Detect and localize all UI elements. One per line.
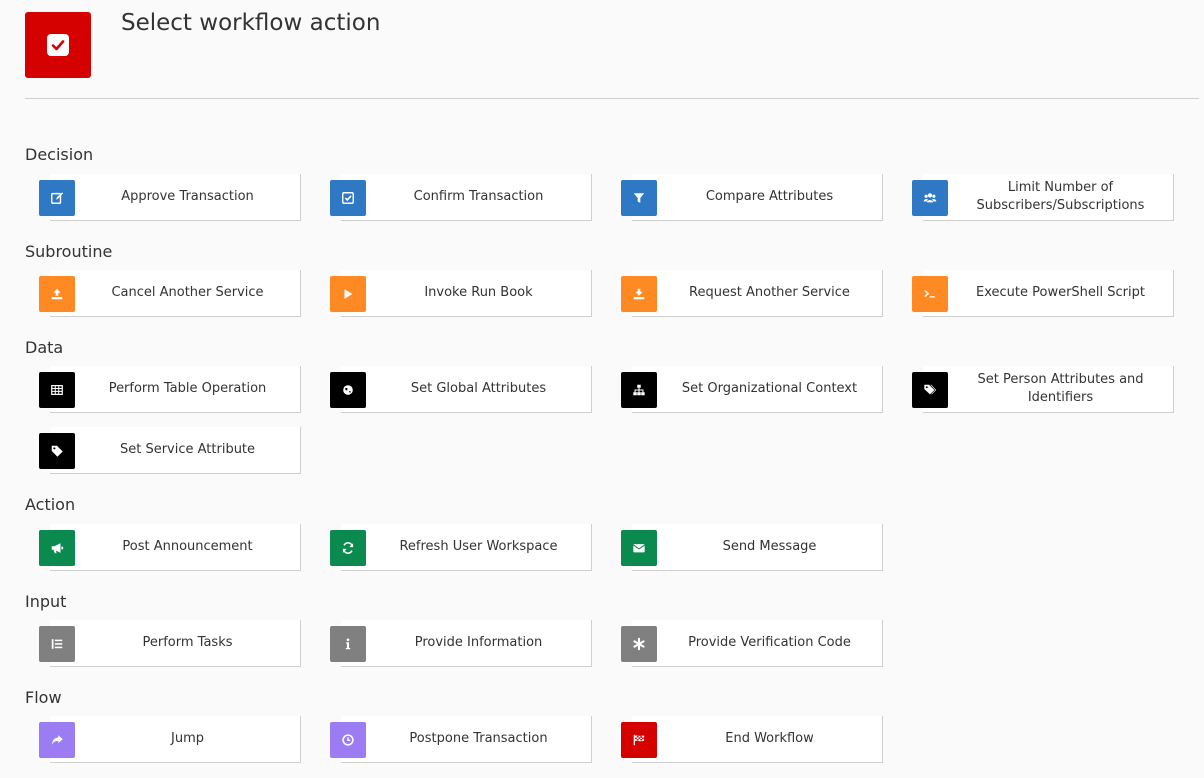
checkbox-checked-icon xyxy=(47,34,69,56)
section-title-subroutine: Subroutine xyxy=(25,242,113,261)
action-label: Provide Information xyxy=(414,635,543,650)
action-label: Set Organizational Context xyxy=(681,381,858,396)
info-icon xyxy=(345,638,351,650)
action-label: Postpone Transaction xyxy=(409,731,548,746)
section-title-decision: Decision xyxy=(25,145,94,164)
action-set-global-attributes[interactable]: Set Global Attributes xyxy=(323,366,592,414)
action-tile xyxy=(39,180,75,216)
action-tile xyxy=(621,530,657,566)
tags-icon xyxy=(924,384,937,395)
section-title-flow: Flow xyxy=(25,688,62,707)
action-tile xyxy=(912,372,948,408)
action-postpone-transaction[interactable]: Postpone Transaction xyxy=(323,716,592,764)
action-tile xyxy=(330,530,366,566)
header-divider xyxy=(25,98,1199,99)
action-tile xyxy=(330,626,366,662)
action-perform-tasks[interactable]: Perform Tasks xyxy=(32,620,301,668)
action-tile xyxy=(39,276,75,312)
action-label: Approve Transaction xyxy=(121,189,254,204)
action-label: Perform Table Operation xyxy=(108,381,267,396)
action-jump[interactable]: Jump xyxy=(32,716,301,764)
action-label: Perform Tasks xyxy=(142,635,233,650)
action-send-message[interactable]: Send Message xyxy=(614,524,883,572)
action-refresh-user-workspace[interactable]: Refresh User Workspace xyxy=(323,524,592,572)
action-tile xyxy=(39,530,75,566)
bullhorn-icon xyxy=(51,543,64,554)
list-icon xyxy=(51,639,63,649)
action-label: Post Announcement xyxy=(122,539,253,554)
clock-icon xyxy=(342,734,354,746)
header-icon-tile xyxy=(25,12,91,78)
action-tile xyxy=(330,722,366,758)
check-square-icon xyxy=(342,192,354,204)
action-tile xyxy=(621,626,657,662)
action-set-organizational-context[interactable]: Set Organizational Context xyxy=(614,366,883,414)
download-icon xyxy=(633,288,645,300)
section-title-input: Input xyxy=(25,592,67,611)
action-perform-table-operation[interactable]: Perform Table Operation xyxy=(32,366,301,414)
tag-icon xyxy=(51,445,63,457)
edit-icon xyxy=(51,192,64,204)
action-tile xyxy=(39,372,75,408)
action-label: Cancel Another Service xyxy=(111,285,264,300)
refresh-icon xyxy=(342,542,354,554)
action-set-person-attributes[interactable]: Set Person Attributes and Identifiers xyxy=(905,366,1174,414)
action-confirm-transaction[interactable]: Confirm Transaction xyxy=(323,174,592,222)
action-invoke-run-book[interactable]: Invoke Run Book xyxy=(323,270,592,318)
envelope-icon xyxy=(633,544,645,553)
upload-icon xyxy=(51,288,63,300)
users-icon xyxy=(923,193,937,203)
action-label: Jump xyxy=(171,731,204,746)
action-request-another-service[interactable]: Request Another Service xyxy=(614,270,883,318)
action-label: Provide Verification Code xyxy=(688,635,851,650)
action-compare-attributes[interactable]: Compare Attributes xyxy=(614,174,883,222)
play-icon xyxy=(344,289,353,299)
section-title-action: Action xyxy=(25,495,76,514)
action-execute-powershell-script[interactable]: Execute PowerShell Script xyxy=(905,270,1174,318)
action-limit-number-of-subscribers[interactable]: Limit Number of Subscribers/Subscription… xyxy=(905,174,1174,222)
action-post-announcement[interactable]: Post Announcement xyxy=(32,524,301,572)
action-provide-information[interactable]: Provide Information xyxy=(323,620,592,668)
filter-icon xyxy=(633,193,645,203)
action-cancel-another-service[interactable]: Cancel Another Service xyxy=(32,270,301,318)
action-label: Set Service Attribute xyxy=(119,442,256,457)
action-tile xyxy=(39,722,75,758)
action-tile xyxy=(330,276,366,312)
action-label: Request Another Service xyxy=(689,285,850,300)
terminal-icon xyxy=(924,289,935,298)
flag-checkered-icon xyxy=(633,734,645,746)
action-tile xyxy=(621,372,657,408)
action-label: Set Person Attributes and Identifiers xyxy=(977,372,1144,405)
table-icon xyxy=(51,385,63,395)
action-label: End Workflow xyxy=(725,731,814,746)
action-tile xyxy=(330,180,366,216)
action-provide-verification-code[interactable]: Provide Verification Code xyxy=(614,620,883,668)
action-label: Confirm Transaction xyxy=(413,189,544,204)
action-tile xyxy=(39,433,75,469)
action-label: Send Message xyxy=(722,539,817,554)
action-tile xyxy=(39,626,75,662)
action-tile xyxy=(621,276,657,312)
asterisk-icon xyxy=(633,637,645,651)
action-label: Refresh User Workspace xyxy=(399,539,558,554)
share-arrow-icon xyxy=(51,735,63,745)
action-end-workflow[interactable]: End Workflow xyxy=(614,716,883,764)
action-label: Invoke Run Book xyxy=(424,285,533,300)
action-label: Limit Number of Subscribers/Subscription… xyxy=(976,180,1145,213)
action-tile xyxy=(621,722,657,758)
action-label: Execute PowerShell Script xyxy=(976,285,1145,300)
section-title-data: Data xyxy=(25,338,64,357)
action-tile xyxy=(912,180,948,216)
action-label: Set Global Attributes xyxy=(410,381,547,396)
action-label: Compare Attributes xyxy=(705,189,834,204)
sitemap-icon xyxy=(633,384,645,396)
globe-icon xyxy=(343,385,353,395)
action-set-service-attribute[interactable]: Set Service Attribute xyxy=(32,427,301,475)
action-approve-transaction[interactable]: Approve Transaction xyxy=(32,174,301,222)
action-tile xyxy=(912,276,948,312)
page-title: Select workflow action xyxy=(121,10,381,36)
action-tile xyxy=(330,372,366,408)
action-tile xyxy=(621,180,657,216)
